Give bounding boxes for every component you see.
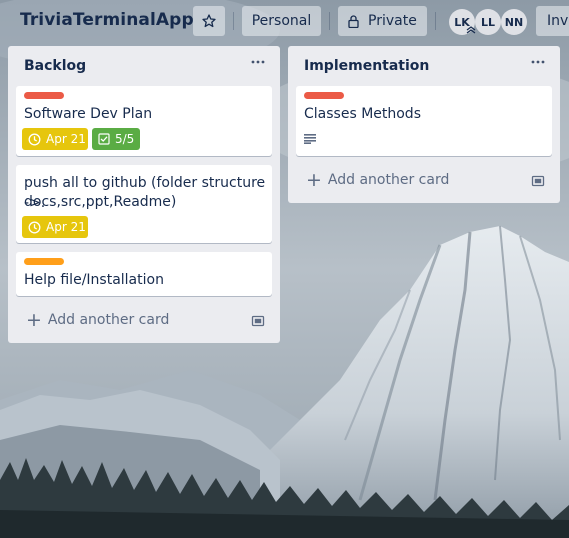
clock-icon (28, 221, 41, 233)
board-header: TriviaTerminalApp Personal Private LK LL… (0, 0, 569, 44)
card-title-line-2: docs,src,ppt,Readme) (24, 194, 177, 210)
card-title: Software Dev Plan (24, 106, 153, 122)
star-icon (202, 14, 216, 28)
card-title: Help file/Installation (24, 272, 164, 288)
list-menu-icon[interactable] (530, 58, 546, 66)
list-implementation: Implementation Classes Methods + Add ano… (288, 46, 560, 203)
clock-icon (28, 133, 41, 145)
card-help-file[interactable]: Help file/Installation (16, 252, 272, 296)
card-classes-methods[interactable]: Classes Methods (296, 86, 552, 156)
team-visibility-button[interactable]: Personal (242, 6, 321, 36)
member-avatar-nn[interactable]: NN (501, 9, 527, 35)
checklist-badge[interactable]: 5/5 (92, 128, 140, 150)
due-date-text: Apr 21 (46, 220, 86, 234)
board-title[interactable]: TriviaTerminalApp (20, 10, 194, 30)
header-divider (233, 12, 234, 30)
due-date-text: Apr 21 (46, 132, 86, 146)
invite-button[interactable]: Invi (536, 6, 569, 36)
add-card-label: Add another card (327, 172, 450, 188)
checklist-count: 5/5 (115, 132, 135, 146)
card-template-icon[interactable] (251, 314, 265, 328)
privacy-button[interactable]: Private (338, 6, 427, 36)
card-label-red[interactable] (304, 92, 344, 99)
header-divider (329, 12, 330, 30)
card-title: Classes Methods (304, 106, 421, 122)
header-divider (435, 12, 436, 30)
card-software-dev-plan[interactable]: Software Dev Plan Apr 21 5/5 (16, 86, 272, 156)
list-title[interactable]: Backlog (24, 58, 86, 74)
due-date-badge[interactable]: Apr 21 (22, 128, 88, 150)
card-label-orange[interactable] (24, 258, 64, 265)
list-title[interactable]: Implementation (304, 58, 429, 74)
plus-icon: + (26, 309, 42, 331)
privacy-label: Private (368, 13, 417, 29)
checklist-icon (98, 133, 110, 145)
description-icon (304, 134, 316, 144)
add-card-button[interactable]: + Add another card (306, 169, 450, 191)
due-date-badge[interactable]: Apr 21 (22, 216, 88, 238)
card-push-to-github[interactable]: push all to github (folder structure ->.… (16, 165, 272, 243)
star-board-button[interactable] (193, 6, 225, 36)
plus-icon: + (306, 169, 322, 191)
list-menu-icon[interactable] (250, 58, 266, 66)
member-avatar-ll[interactable]: LL (475, 9, 501, 35)
admin-chevron-icon (466, 26, 476, 34)
lock-icon (348, 14, 359, 28)
list-backlog: Backlog Software Dev Plan Apr 21 5/5 pus… (8, 46, 280, 343)
card-template-icon[interactable] (531, 174, 545, 188)
add-card-label: Add another card (47, 312, 170, 328)
card-label-red[interactable] (24, 92, 64, 99)
add-card-button[interactable]: + Add another card (26, 309, 170, 331)
